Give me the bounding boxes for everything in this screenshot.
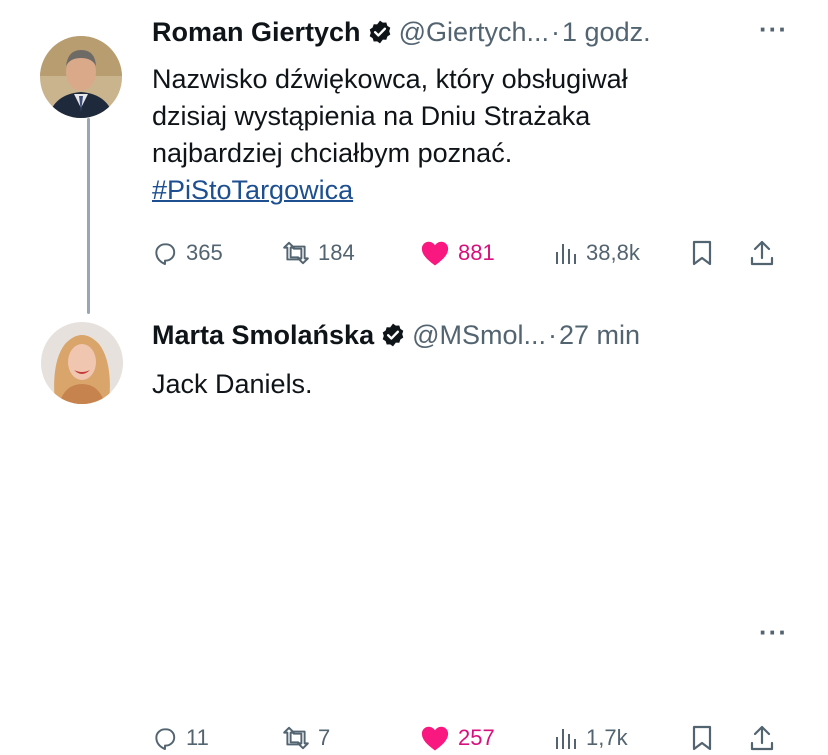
tweet-text: Jack Daniels.: [152, 369, 313, 399]
verified-badge-icon: [367, 19, 393, 45]
retweet-icon: [283, 726, 309, 750]
views-icon: [556, 729, 576, 749]
views-icon: [556, 244, 576, 264]
views-button[interactable]: 1,7k: [554, 721, 628, 755]
timestamp[interactable]: 1 godz.: [562, 16, 651, 48]
tweet-text: Nazwisko dźwiękowca, który obsługiwał dz…: [152, 61, 752, 209]
tweet-text-line: dzisiaj wystąpienia na Dniu Strażaka: [152, 101, 591, 131]
like-button[interactable]: 257: [420, 721, 495, 755]
views-count: 38,8k: [586, 240, 640, 265]
retweet-button[interactable]: 7: [282, 721, 330, 755]
retweet-count: 7: [318, 725, 331, 750]
like-count: 257: [458, 725, 495, 750]
retweet-button[interactable]: 184: [282, 236, 355, 270]
reply-count: 11: [186, 725, 209, 750]
display-name[interactable]: Marta Smolańska: [152, 319, 374, 351]
bookmark-icon: [692, 240, 712, 266]
user-handle[interactable]: @MSmol...: [412, 319, 546, 351]
share-icon: [750, 240, 774, 266]
verified-badge-icon: [380, 322, 406, 348]
retweet-count: 184: [318, 240, 355, 265]
separator-dot: ·: [551, 17, 561, 47]
avatar[interactable]: [40, 36, 122, 118]
views-count: 1,7k: [586, 725, 628, 750]
heart-icon: [421, 241, 449, 266]
timestamp[interactable]: 27 min: [559, 319, 640, 351]
more-options-icon[interactable]: ···: [759, 14, 788, 45]
reply-button[interactable]: 11: [152, 721, 209, 755]
hashtag-link[interactable]: #PiStoTargowica: [152, 175, 353, 205]
reply-count: 365: [186, 240, 223, 265]
like-count: 881: [458, 240, 495, 265]
like-button[interactable]: 881: [420, 236, 495, 270]
bookmark-button[interactable]: [690, 236, 714, 270]
tweet-header: Marta Smolańska @MSmol... · 27 min: [152, 319, 640, 351]
bookmark-icon: [692, 725, 712, 751]
tweet-text-line: Nazwisko dźwiękowca, który obsługiwał: [152, 64, 628, 94]
reply-icon: [155, 243, 176, 266]
display-name[interactable]: Roman Giertych: [152, 16, 361, 48]
share-button[interactable]: [748, 236, 776, 270]
share-icon: [750, 725, 774, 751]
reply-icon: [155, 728, 176, 751]
heart-icon: [421, 726, 449, 751]
tweet-header: Roman Giertych @Giertych... · 1 godz.: [152, 16, 651, 48]
avatar[interactable]: [41, 322, 123, 404]
views-button[interactable]: 38,8k: [554, 236, 640, 270]
share-button[interactable]: [748, 721, 776, 755]
reply-button[interactable]: 365: [152, 236, 223, 270]
user-handle[interactable]: @Giertych...: [399, 16, 549, 48]
retweet-icon: [283, 241, 309, 265]
tweet-text-line: najbardziej chciałbym poznać.: [152, 138, 513, 168]
bookmark-button[interactable]: [690, 721, 714, 755]
thread-connector-line: [87, 118, 90, 314]
more-options-icon[interactable]: ···: [759, 617, 788, 648]
separator-dot: ·: [548, 320, 558, 350]
